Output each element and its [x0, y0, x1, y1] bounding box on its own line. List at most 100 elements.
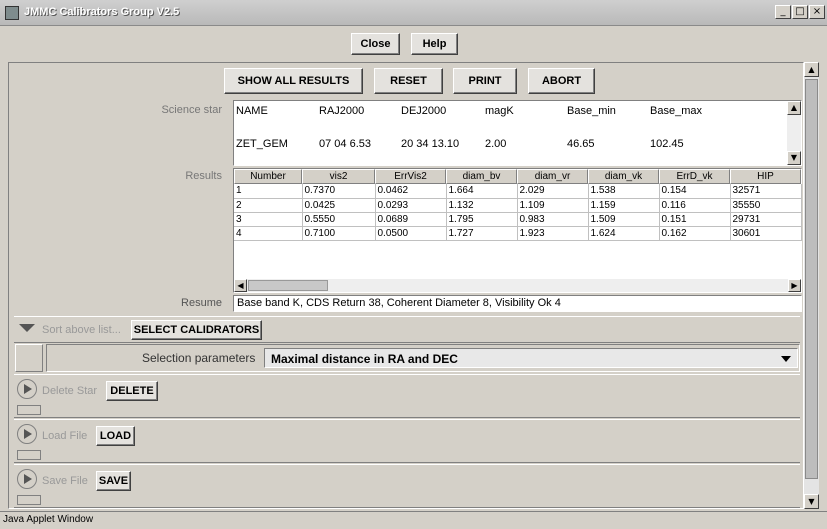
cell: 1.132 [446, 198, 518, 213]
delete-section: Delete Star DELETE [14, 374, 800, 418]
resume-label: Resume [181, 297, 222, 309]
status-bar: Java Applet Window [0, 511, 827, 529]
cell: 1.923 [517, 226, 589, 241]
col-header-errvis2[interactable]: ErrVis2 [375, 169, 446, 184]
science-star-scrollbar[interactable]: ▲ ▼ [787, 101, 801, 165]
dropdown-arrow-icon[interactable] [781, 356, 791, 362]
selection-label: Selection parameters [142, 351, 256, 365]
cell: 0.983 [517, 212, 589, 227]
col-header-vis2[interactable]: vis2 [302, 169, 375, 184]
cell: 29731 [730, 212, 802, 227]
sort-section: Sort above list... SELECT CALIDRATORS [14, 316, 800, 343]
col-header-diam-bv[interactable]: diam_bv [446, 169, 517, 184]
table-row[interactable]: 1 0.7370 0.0462 1.664 2.029 1.538 0.154 32571 [234, 184, 802, 199]
results-grid: 1 0.7370 0.0462 1.664 2.029 1.538 0.154 32571 2… [234, 184, 802, 241]
col-header-errd-vk[interactable]: ErrD_vk [659, 169, 730, 184]
science-star-value-dec: 20 34 13.10 [401, 138, 460, 150]
cell: 1.159 [588, 198, 660, 213]
resume-value: Base band K, CDS Return 38, Coherent Dia… [233, 295, 802, 312]
save-section: Save File SAVE [14, 464, 800, 508]
science-star-value-basemin: 46.65 [567, 138, 595, 150]
cell: 0.7100 [302, 226, 376, 241]
science-star-value-basemax: 102.45 [650, 138, 684, 150]
cell: 1.509 [588, 212, 660, 227]
science-star-header-magk: magK [485, 105, 514, 117]
science-star-label: Science star [161, 104, 222, 116]
col-header-hip[interactable]: HIP [730, 169, 801, 184]
delete-button[interactable]: DELETE [106, 381, 158, 401]
help-button[interactable]: Help [411, 33, 458, 55]
cell: 0.0425 [302, 198, 376, 213]
scroll-up-icon[interactable]: ▲ [787, 101, 801, 115]
close-window-button[interactable]: × [809, 5, 825, 19]
science-star-header-basemax: Base_max [650, 105, 702, 117]
cell: 0.5550 [302, 212, 376, 227]
cell: 32571 [730, 184, 802, 199]
save-handle[interactable] [17, 495, 41, 505]
scroll-thumb[interactable] [248, 280, 328, 291]
cell: 35550 [730, 198, 802, 213]
table-row[interactable]: 4 0.7100 0.0500 1.727 1.923 1.624 0.162 30601 [234, 226, 802, 241]
collapse-arrow-icon[interactable] [17, 320, 39, 338]
col-header-diam-vr[interactable]: diam_vr [517, 169, 588, 184]
table-row[interactable]: 3 0.5550 0.0689 1.795 0.983 1.509 0.151 29731 [234, 212, 802, 227]
science-star-header-dec: DEJ2000 [401, 105, 447, 117]
cell: 0.154 [659, 184, 731, 199]
scroll-left-icon[interactable]: ◀ [234, 279, 247, 292]
save-button[interactable]: SAVE [96, 471, 131, 491]
cell: 1.538 [588, 184, 660, 199]
cell: 0.0462 [375, 184, 447, 199]
cell: 1.795 [446, 212, 518, 227]
cell: 2.029 [517, 184, 589, 199]
cell: 1.664 [446, 184, 518, 199]
scroll-down-icon[interactable]: ▼ [787, 151, 801, 165]
sort-label: Sort above list... [42, 324, 121, 336]
results-hscrollbar[interactable]: ◀ ▶ [234, 279, 801, 292]
science-star-header-ra: RAJ2000 [319, 105, 365, 117]
science-star-header-name: NAME [236, 105, 268, 117]
selection-dropdown[interactable]: Maximal distance in RA and DEC [264, 348, 798, 368]
scroll-down-icon[interactable]: ▼ [804, 494, 819, 509]
main-vscrollbar[interactable]: ▲ ▼ [804, 62, 819, 509]
window-title: JMMC Calibrators Group V2.5 [24, 6, 180, 18]
delete-handle[interactable] [17, 405, 41, 415]
cell: 3 [234, 212, 303, 227]
expand-arrow-icon[interactable] [17, 469, 37, 489]
col-header-diam-vk[interactable]: diam_vk [588, 169, 659, 184]
cell: 1.624 [588, 226, 660, 241]
load-section: Load File LOAD [14, 419, 800, 463]
maximize-button[interactable]: □ [792, 5, 808, 19]
cell: 1.109 [517, 198, 589, 213]
selection-value: Maximal distance in RA and DEC [271, 352, 458, 366]
print-button[interactable]: PRINT [453, 68, 517, 94]
cell: 0.151 [659, 212, 731, 227]
show-all-results-button[interactable]: SHOW ALL RESULTS [224, 68, 363, 94]
cell: 0.162 [659, 226, 731, 241]
save-label: Save File [42, 475, 88, 487]
close-button[interactable]: Close [351, 33, 400, 55]
cell: 0.0689 [375, 212, 447, 227]
minimize-button[interactable]: _ [775, 5, 791, 19]
selection-toggle[interactable] [15, 344, 43, 372]
science-star-header-basemin: Base_min [567, 105, 616, 117]
select-calibrators-button[interactable]: SELECT CALIDRATORS [131, 320, 262, 340]
cell: 0.116 [659, 198, 731, 213]
selection-panel: Selection parameters Maximal distance in… [46, 344, 800, 372]
reset-button[interactable]: RESET [374, 68, 443, 94]
abort-button[interactable]: ABORT [528, 68, 595, 94]
title-bar: JMMC Calibrators Group V2.5 _ □ × [0, 0, 827, 26]
scroll-thumb[interactable] [805, 79, 818, 479]
table-row[interactable]: 2 0.0425 0.0293 1.132 1.109 1.159 0.116 35550 [234, 198, 802, 213]
cell: 0.0500 [375, 226, 447, 241]
scroll-right-icon[interactable]: ▶ [788, 279, 801, 292]
expand-arrow-icon[interactable] [17, 379, 37, 399]
cell: 1 [234, 184, 303, 199]
load-label: Load File [42, 430, 88, 442]
load-button[interactable]: LOAD [96, 426, 135, 446]
expand-arrow-icon[interactable] [17, 424, 37, 444]
science-star-value-magk: 2.00 [485, 138, 507, 150]
cell: 1.727 [446, 226, 518, 241]
load-handle[interactable] [17, 450, 41, 460]
scroll-up-icon[interactable]: ▲ [804, 62, 819, 77]
col-header-number[interactable]: Number [234, 169, 302, 184]
